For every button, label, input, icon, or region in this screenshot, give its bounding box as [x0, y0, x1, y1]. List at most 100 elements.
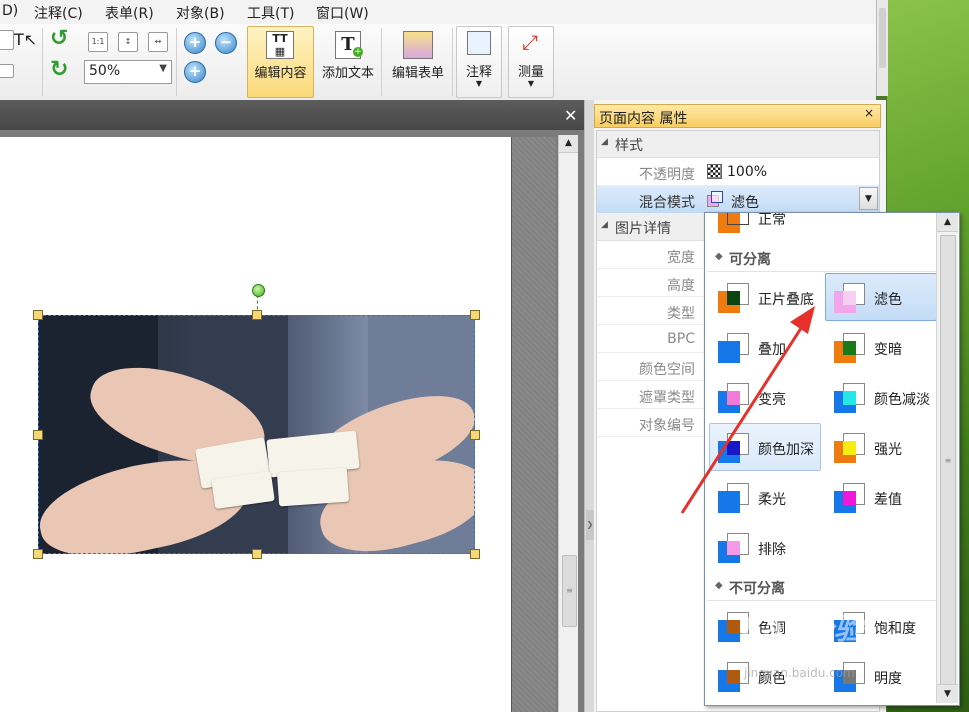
scrollbar-thumb[interactable]: ≡ [562, 555, 577, 627]
rotate-ccw-icon[interactable]: ↺ [50, 28, 72, 50]
add-text-button[interactable]: T + 添加文本 [314, 26, 382, 98]
window-scrollbar[interactable] [876, 0, 888, 96]
zoom-value: 50% [89, 63, 121, 79]
actual-size-icon[interactable]: 1:1 [88, 32, 108, 52]
resize-handle-se[interactable] [470, 549, 480, 559]
panel-header: 页面内容 属性 × [594, 104, 881, 128]
property-label: BPC [667, 331, 695, 347]
blend-mode-item[interactable]: 颜色减淡 [825, 373, 937, 421]
menu-form[interactable]: 表单(R) [105, 3, 154, 23]
zoom-out-icon[interactable]: − [215, 32, 237, 54]
diamond-icon: ◆ [715, 251, 723, 262]
menu-object[interactable]: 对象(B) [176, 3, 225, 23]
chevron-down-icon[interactable]: ▼ [859, 187, 878, 210]
chevron-down-icon: ▼ [527, 79, 535, 88]
scroll-up-icon[interactable]: ▲ [937, 213, 958, 232]
property-label: 对象编号 [639, 418, 695, 434]
menu-comment[interactable]: 注释(C) [34, 3, 83, 23]
scrollbar-thumb[interactable] [879, 8, 886, 68]
blend-mode-label: 柔光 [758, 492, 786, 508]
watermark-url: jingyan.baidu.com [744, 666, 855, 680]
edit-form-button[interactable]: 编辑表单 [383, 26, 453, 98]
blend-mode-label: 正常 [758, 212, 786, 228]
resize-handle-e[interactable] [470, 430, 480, 440]
blend-swatch-icon [832, 481, 866, 515]
chevron-down-icon: ▼ [475, 79, 483, 88]
blend-mode-item[interactable]: 颜色加深 [709, 423, 821, 471]
annotate-label: 注释 [465, 65, 492, 80]
add-text-label: 添加文本 [321, 66, 374, 81]
menu-bar: D) 注释(C) 表单(R) 对象(B) 工具(T) 窗口(W) [0, 0, 876, 25]
menu-view[interactable]: D) [2, 3, 18, 19]
property-label: 遮罩类型 [639, 390, 695, 406]
blend-mode-item[interactable]: 排除 [709, 523, 821, 571]
property-blend-mode[interactable]: 混合模式 滤色 ▼ [597, 186, 879, 214]
blend-mode-label: 滤色 [874, 292, 902, 308]
fit-width-icon[interactable]: ↔ [148, 32, 168, 52]
blend-swatch-icon [707, 191, 723, 207]
edit-form-label: 编辑表单 [391, 66, 444, 81]
resize-handle-w[interactable] [33, 430, 43, 440]
page-icon[interactable] [0, 30, 14, 50]
blend-swatch-icon [716, 213, 750, 235]
fit-page-icon[interactable]: ↕ [118, 32, 138, 52]
document-scrollbar[interactable]: ▲ ≡ [558, 135, 578, 712]
blend-mode-item[interactable]: 强光 [825, 423, 937, 471]
blend-swatch-icon [716, 431, 750, 465]
resize-handle-s[interactable] [252, 549, 262, 559]
select-text-icon[interactable]: T↖ [14, 30, 37, 49]
page-background [512, 137, 556, 712]
blend-mode-label: 差值 [874, 492, 902, 508]
resize-handle-sw[interactable] [33, 549, 43, 559]
rotate-cw-icon[interactable]: ↻ [50, 59, 72, 81]
annotate-button[interactable]: 注释 ▼ [456, 26, 502, 98]
blend-mode-value: 滤色 [731, 195, 759, 211]
blend-mode-item[interactable]: 叠加 [709, 323, 821, 371]
zoom-in-tool-icon[interactable]: + [184, 32, 206, 54]
diamond-icon: ◆ [715, 580, 723, 591]
category-style[interactable]: ◢ 样式 [597, 131, 879, 158]
toolbar: T↖ ↺ ↻ 1:1 ↕ ↔ 50% ▼ + − + TT ▦ 编辑内容 T + … [0, 24, 876, 101]
collapse-triangle-icon: ◢ [601, 220, 608, 230]
blend-swatch-icon [716, 531, 750, 565]
dropdown-scrollbar[interactable]: ▲ ≡ ▼ [936, 213, 958, 703]
blend-mode-label: 颜色加深 [758, 442, 814, 458]
blend-mode-label: 颜色减淡 [874, 392, 930, 408]
resize-handle-ne[interactable] [470, 310, 480, 320]
blend-mode-item[interactable]: 差值 [825, 473, 937, 521]
measure-button[interactable]: ⤢ 测量 ▼ [508, 26, 554, 98]
zoom-in-icon[interactable]: + [184, 61, 206, 83]
menu-window[interactable]: 窗口(W) [316, 3, 369, 23]
hand-icon[interactable] [0, 64, 14, 78]
scrollbar-thumb[interactable]: ≡ [940, 235, 956, 687]
close-icon[interactable]: ✕ [564, 106, 577, 125]
property-opacity[interactable]: 不透明度 100% [597, 158, 879, 186]
blend-mode-item[interactable]: 滤色 [825, 273, 937, 321]
blend-mode-item[interactable]: 变暗 [825, 323, 937, 371]
blend-swatch-icon [716, 281, 750, 315]
blend-swatch-icon [832, 281, 866, 315]
category-label: 样式 [615, 138, 643, 154]
resize-handle-nw[interactable] [33, 310, 43, 320]
blend-mode-label: 明度 [874, 671, 902, 687]
blend-mode-label: 变暗 [874, 342, 902, 358]
edit-content-button[interactable]: TT ▦ 编辑内容 [247, 26, 314, 98]
rotate-handle[interactable] [252, 284, 265, 297]
property-label: 颜色空间 [639, 362, 695, 378]
opacity-value: 100% [727, 164, 768, 180]
menu-tools[interactable]: 工具(T) [247, 3, 294, 23]
scroll-down-icon[interactable]: ▼ [937, 684, 958, 703]
collapse-icon[interactable]: ❯ [586, 510, 594, 540]
category-nonseparable: ◆ 不可分离 [707, 574, 937, 601]
blend-mode-item[interactable]: 柔光 [709, 473, 821, 521]
blend-mode-label: 强光 [874, 442, 902, 458]
panel-title: 页面内容 属性 [599, 111, 688, 127]
scroll-up-icon[interactable]: ▲ [559, 135, 578, 153]
blend-mode-item[interactable]: 变亮 [709, 373, 821, 421]
zoom-select[interactable]: 50% ▼ [84, 60, 172, 84]
blend-mode-normal[interactable]: 正常 [709, 212, 821, 241]
category-separable: ◆ 可分离 [707, 245, 937, 272]
close-icon[interactable]: × [864, 106, 874, 120]
resize-handle-n[interactable] [252, 310, 262, 320]
blend-mode-item[interactable]: 正片叠底 [709, 273, 821, 321]
